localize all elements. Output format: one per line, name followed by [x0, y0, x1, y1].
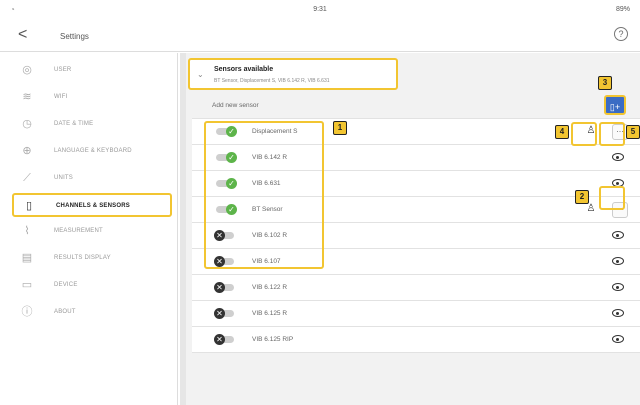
sensor-toggle[interactable]: ✕ — [214, 308, 238, 319]
eye-icon[interactable] — [612, 257, 624, 265]
toggle-group-highlight — [204, 121, 324, 269]
sidebar-item-measurement[interactable]: ⌇ MEASUREMENT — [12, 220, 172, 244]
ruler-icon: ⟋ — [23, 172, 31, 184]
sensor-toggle[interactable]: ✕ — [214, 282, 238, 293]
callout-1: 1 — [333, 121, 347, 135]
settings-sidebar: ◎ USER ≋ WIFI ◷ DATE & TIME ⊕ LANGUAGE &… — [0, 53, 178, 405]
sensor-row-vib-6122r: ✕ VIB 6.122 R — [192, 275, 640, 301]
person-icon[interactable]: ♙ — [584, 202, 598, 216]
measurement-icon: ⌇ — [24, 225, 30, 237]
chart-icon: ▤ — [21, 252, 33, 264]
eye-icon[interactable] — [612, 231, 624, 239]
sensor-row-vib-6125rip: ✕ VIB 6.125 RIP — [192, 327, 640, 353]
sidebar-item-channels-sensors[interactable]: ▯ CHANNELS & SENSORS — [12, 193, 172, 217]
add-sensor-row: Add new sensor ▯+ — [192, 93, 640, 119]
sensor-toggle[interactable]: ✕ — [214, 334, 238, 345]
callout-2: 2 — [575, 190, 589, 204]
sidebar-item-date-time[interactable]: ◷ DATE & TIME — [12, 113, 172, 137]
sidebar-item-units[interactable]: ⟋ UNITS — [12, 167, 172, 191]
cross-icon: ✕ — [214, 334, 225, 345]
back-button[interactable]: < — [18, 26, 27, 44]
sidebar-item-label: ABOUT — [54, 309, 76, 315]
cross-icon: ✕ — [214, 308, 225, 319]
sensor-name: VIB 6.122 R — [252, 284, 288, 291]
sidebar-item-label: USER — [54, 67, 72, 73]
sidebar-item-label: MEASUREMENT — [54, 228, 103, 234]
wifi-icon: ≋ — [22, 91, 32, 103]
user-icon: ◎ — [22, 64, 32, 76]
info-icon: ⓘ — [21, 306, 33, 318]
globe-icon: ⊕ — [22, 145, 32, 157]
chevron-down-icon: ⌄ — [197, 70, 204, 79]
sidebar-item-label: WIFI — [54, 94, 68, 100]
sidebar-item-label: DATE & TIME — [54, 121, 94, 127]
sensor-row-vib-6125r: ✕ VIB 6.125 R — [192, 301, 640, 327]
sidebar-item-language[interactable]: ⊕ LANGUAGE & KEYBOARD — [12, 140, 172, 164]
add-sensor-button[interactable]: ▯+ — [604, 95, 626, 115]
sidebar-item-label: RESULTS DISPLAY — [54, 255, 111, 261]
sidebar-item-label: LANGUAGE & KEYBOARD — [54, 148, 132, 154]
sidebar-item-results-display[interactable]: ▤ RESULTS DISPLAY — [12, 247, 172, 271]
callout-4: 4 — [555, 125, 569, 139]
add-sensor-label: Add new sensor — [212, 102, 259, 109]
sidebar-item-user[interactable]: ◎ USER — [12, 59, 172, 83]
sensor-name: VIB 6.125 R — [252, 310, 288, 317]
sensor-icon: ▯ — [25, 200, 33, 212]
more-button-highlight — [599, 122, 625, 146]
title-bar: < Settings ? — [0, 22, 640, 52]
eye-icon[interactable] — [612, 335, 624, 343]
sidebar-item-wifi[interactable]: ≋ WIFI — [12, 86, 172, 110]
cross-icon: ✕ — [214, 282, 225, 293]
eye-icon[interactable] — [612, 283, 624, 291]
help-button[interactable]: ? — [614, 27, 628, 41]
status-time: 9:31 — [313, 6, 327, 13]
sensors-available-title: Sensors available — [214, 66, 274, 73]
eye-icon[interactable] — [612, 153, 624, 161]
sidebar-item-label: UNITS — [54, 175, 73, 181]
callout-5: 5 — [626, 125, 640, 139]
eye-icon[interactable] — [612, 309, 624, 317]
battery-level: 89% — [615, 6, 630, 13]
status-bar: ◔ 9:31 89% — [0, 0, 640, 20]
callout-3: 3 — [598, 76, 612, 90]
sidebar-item-device[interactable]: ▭ DEVICE — [12, 274, 172, 298]
person-button-highlight — [571, 122, 597, 146]
page-title: Settings — [60, 32, 89, 41]
sidebar-item-label: DEVICE — [54, 282, 78, 288]
sensors-available-header[interactable]: ⌄ Sensors available BT Sensor, Displacem… — [188, 58, 398, 90]
sensor-name: VIB 6.125 RIP — [252, 336, 294, 343]
sidebar-item-about[interactable]: ⓘ ABOUT — [12, 301, 172, 325]
sensors-available-summary: BT Sensor, Displacement S, VIB 6.142 R, … — [214, 78, 330, 84]
sidebar-item-label: CHANNELS & SENSORS — [56, 203, 130, 209]
clock-icon: ◷ — [22, 118, 32, 130]
device-icon: ▭ — [21, 279, 33, 291]
eye-button-highlight — [599, 186, 625, 210]
